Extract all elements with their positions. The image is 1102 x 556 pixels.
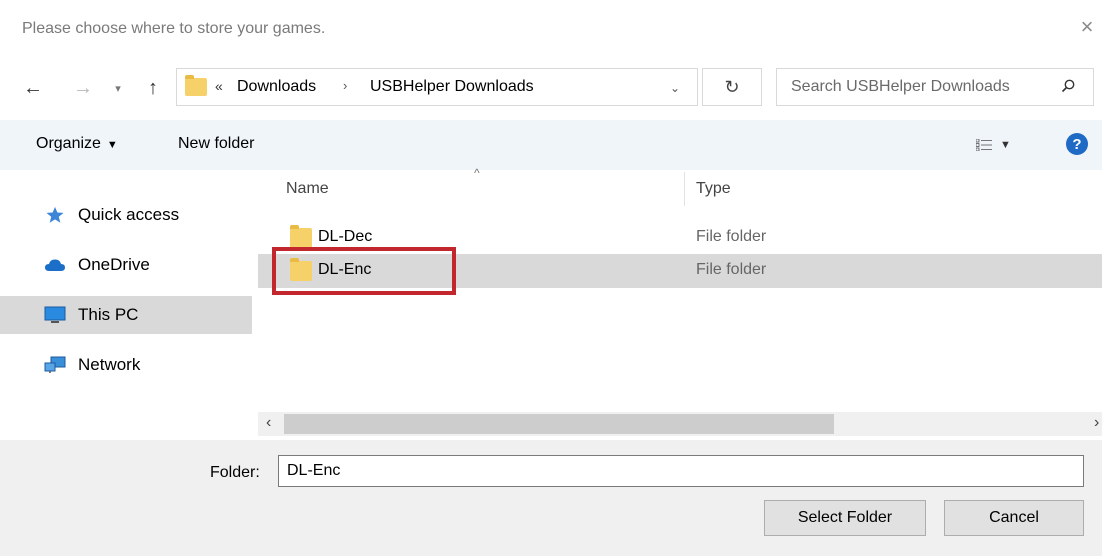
folder-picker-dialog: Please choose where to store your games.… <box>0 0 1102 556</box>
file-type: File folder <box>696 228 767 245</box>
up-button[interactable]: ↑ <box>140 74 166 102</box>
sidebar-item-label: OneDrive <box>78 255 150 274</box>
sidebar-item-label: This PC <box>78 305 139 324</box>
caret-down-icon: ▼ <box>1000 139 1011 151</box>
select-folder-button[interactable]: Select Folder <box>764 500 926 536</box>
sidebar-item-label: Quick access <box>78 205 180 224</box>
details-view-icon <box>976 139 992 151</box>
column-divider[interactable] <box>684 172 685 206</box>
computer-icon <box>44 306 66 323</box>
refresh-icon: ↻ <box>724 76 740 97</box>
column-header-name[interactable]: Name <box>286 180 329 198</box>
scrollbar-thumb[interactable] <box>284 414 834 434</box>
breadcrumb-separator-icon[interactable]: › <box>343 78 347 93</box>
address-overflow-chevron[interactable]: « <box>215 78 223 94</box>
sidebar-item-this-pc[interactable]: This PC <box>0 296 252 334</box>
new-folder-button[interactable]: New folder <box>178 135 254 153</box>
change-view-button[interactable]: ▼ <box>976 134 1026 156</box>
organize-menu-button[interactable]: Organize ▼ <box>36 135 118 153</box>
file-name: DL-Dec <box>318 228 373 245</box>
file-type: File folder <box>696 261 767 278</box>
recent-locations-button[interactable]: ▾ <box>110 74 126 102</box>
folder-name-input[interactable] <box>278 455 1084 487</box>
dialog-title: Please choose where to store your games. <box>22 20 326 37</box>
title-bar: Please choose where to store your games.… <box>0 0 1102 60</box>
sidebar-item-network[interactable]: Network <box>0 346 252 384</box>
sidebar-item-quick-access[interactable]: Quick access <box>0 196 252 234</box>
search-icon <box>1061 79 1075 93</box>
forward-button[interactable]: → <box>70 74 96 102</box>
address-dropdown-button[interactable]: ⌄ <box>662 74 688 102</box>
horizontal-scrollbar[interactable]: ‹ › <box>258 412 1102 436</box>
folder-icon <box>290 225 312 248</box>
help-button[interactable]: ? <box>1066 133 1088 155</box>
cancel-button[interactable]: Cancel <box>944 500 1084 536</box>
scroll-right-icon[interactable]: › <box>1094 414 1099 432</box>
breadcrumb-usbhelper-downloads[interactable]: USBHelper Downloads <box>370 78 534 96</box>
close-button[interactable]: × <box>1072 12 1102 42</box>
arrow-right-icon: → <box>73 76 93 99</box>
caret-down-icon: ▼ <box>106 139 118 151</box>
sidebar-item-label: Network <box>78 355 141 374</box>
search-input[interactable]: Search USBHelper Downloads <box>791 78 1010 96</box>
highlight-annotation <box>272 247 456 295</box>
arrow-up-icon: ↑ <box>148 76 158 99</box>
organize-label: Organize <box>36 135 101 152</box>
star-icon <box>46 206 64 223</box>
back-button[interactable]: ← <box>20 74 46 102</box>
cloud-icon <box>45 259 65 271</box>
chevron-down-icon: ▾ <box>115 82 121 95</box>
command-toolbar: Organize ▼ New folder ▼ ? <box>0 120 1102 170</box>
sidebar-item-onedrive[interactable]: OneDrive <box>0 246 252 284</box>
chevron-down-icon: ⌄ <box>669 81 681 95</box>
address-bar[interactable]: « Downloads › USBHelper Downloads <box>176 68 698 106</box>
close-icon: × <box>1080 14 1094 39</box>
folder-field-label: Folder: <box>210 464 260 481</box>
network-icon <box>44 356 66 373</box>
column-header-type[interactable]: Type <box>696 180 731 198</box>
sort-ascending-icon: ^ <box>474 166 480 180</box>
arrow-left-icon: ← <box>23 76 43 99</box>
folder-icon <box>185 75 207 96</box>
file-list-view <box>258 170 1102 440</box>
breadcrumb-downloads[interactable]: Downloads <box>237 78 316 96</box>
search-box[interactable]: Search USBHelper Downloads <box>776 68 1094 106</box>
scroll-left-icon[interactable]: ‹ <box>266 414 271 432</box>
refresh-button[interactable]: ↻ <box>702 68 762 106</box>
